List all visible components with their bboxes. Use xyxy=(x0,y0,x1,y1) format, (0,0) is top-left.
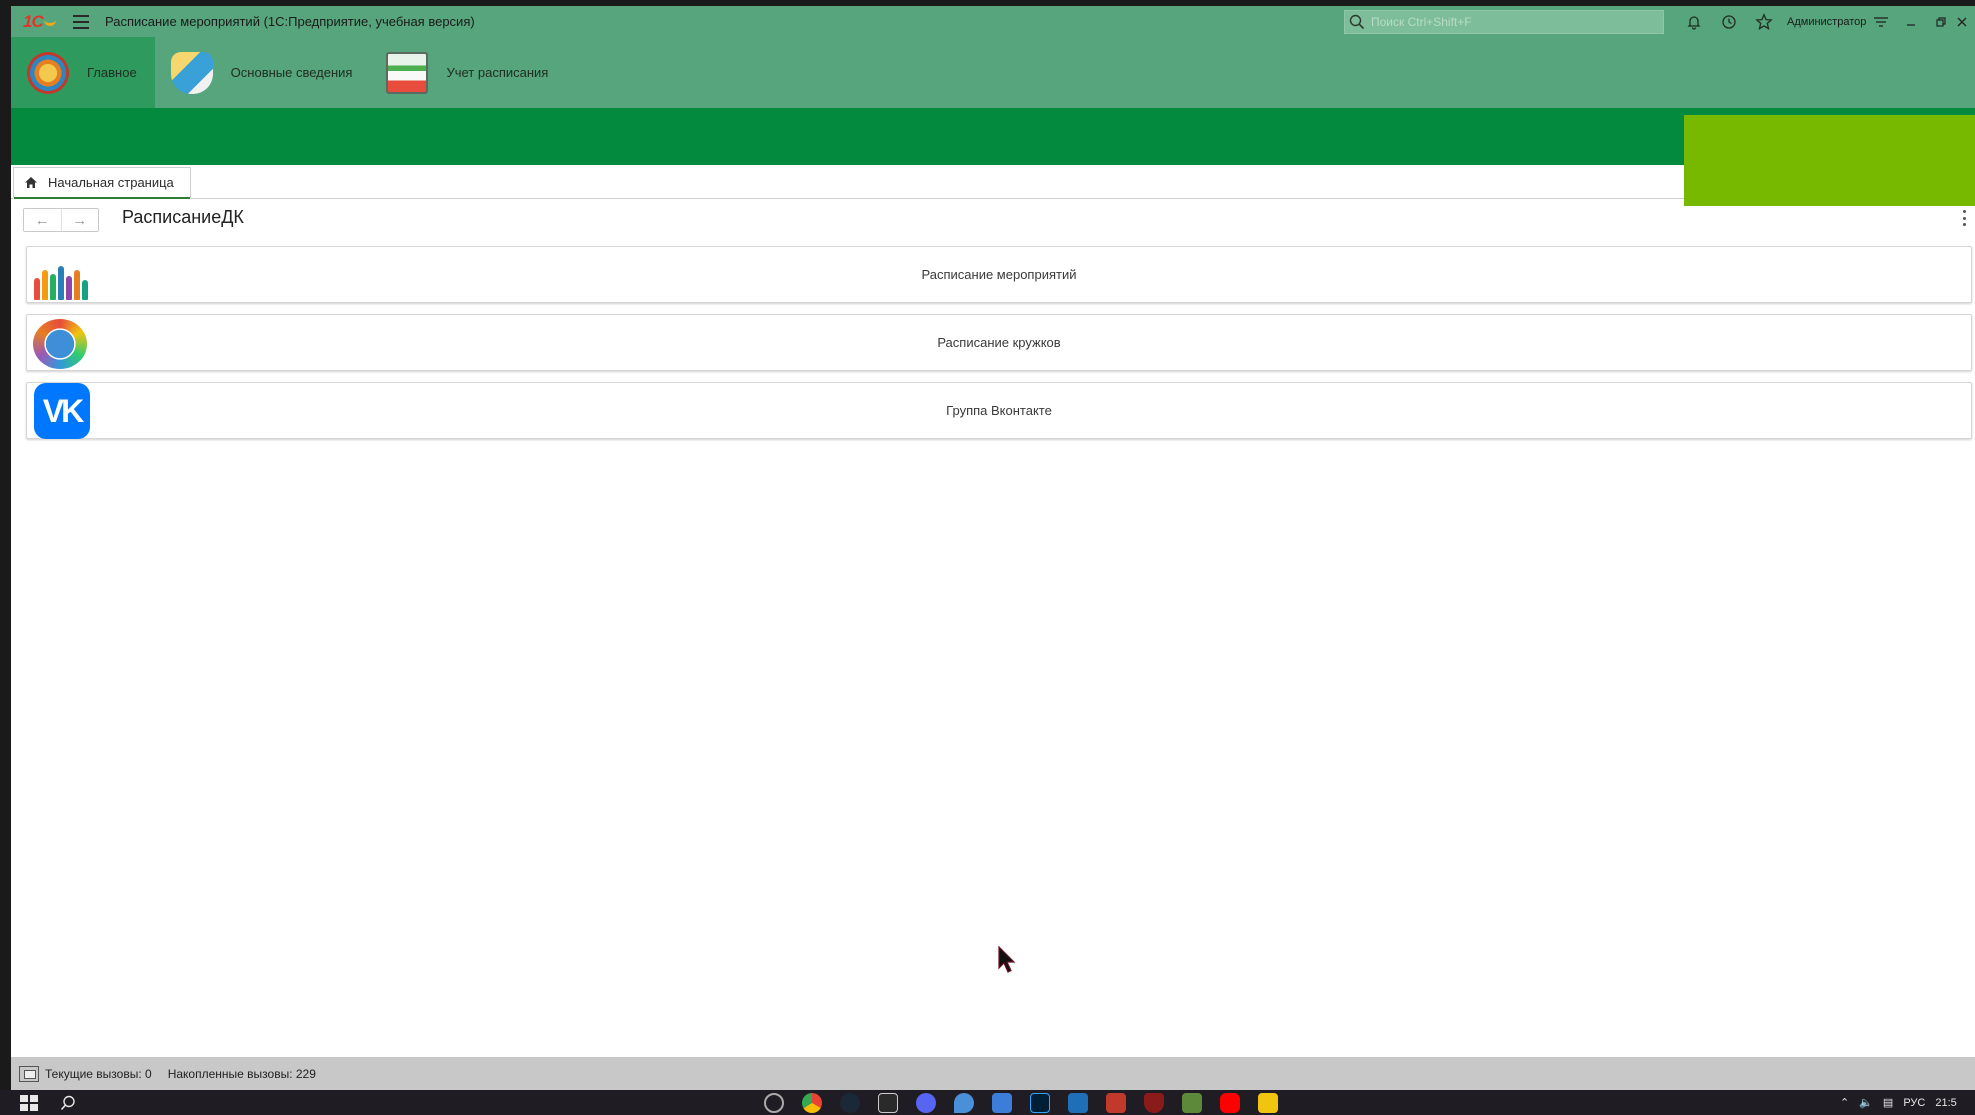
more-actions-icon[interactable] xyxy=(1962,210,1966,226)
steam-icon[interactable] xyxy=(840,1093,860,1113)
active-tab-indicator xyxy=(14,197,190,199)
lime-overlay-block xyxy=(1684,115,1975,206)
people-icon xyxy=(33,251,89,300)
taskbar-app-icon[interactable] xyxy=(1068,1093,1088,1113)
button-label: Расписание кружков xyxy=(937,335,1061,350)
minecraft-icon[interactable] xyxy=(1182,1093,1202,1113)
os-taskbar: ⌃ 🔈 ▤ РУС 21:5 xyxy=(0,1090,1975,1115)
volume-icon[interactable]: 🔈 xyxy=(1859,1096,1873,1109)
windows-start-icon[interactable] xyxy=(20,1094,38,1111)
youtube-icon[interactable] xyxy=(1220,1093,1240,1113)
section-main[interactable]: Главное xyxy=(11,37,155,108)
tray-language[interactable]: РУС xyxy=(1903,1097,1925,1109)
taskbar-active-app-icon[interactable] xyxy=(1258,1093,1278,1113)
navigation-buttons: ← → xyxy=(23,208,99,232)
window-title: Расписание мероприятий (1С:Предприятие, … xyxy=(105,14,475,29)
monitor-app-icon[interactable] xyxy=(992,1093,1012,1113)
sections-panel: Главное Основные сведения Учет расписани… xyxy=(11,37,1975,108)
button-label: Расписание мероприятий xyxy=(921,267,1077,282)
performance-monitor-icon[interactable] xyxy=(19,1065,39,1082)
form-title: РасписаниеДК xyxy=(122,207,244,227)
section-schedule-accounting[interactable]: Учет расписания xyxy=(370,37,566,108)
history-icon[interactable] xyxy=(1711,6,1746,37)
vk-group-button[interactable]: VK Группа Вконтакте xyxy=(26,382,1972,439)
section-label: Основные сведения xyxy=(230,65,353,80)
search-icon xyxy=(1349,14,1365,30)
taskbar-search-icon[interactable] xyxy=(60,1095,76,1111)
main-section-icon xyxy=(27,51,69,94)
globe-people-icon xyxy=(33,319,87,369)
main-menu-icon[interactable] xyxy=(73,14,89,29)
network-icon[interactable]: ▤ xyxy=(1883,1096,1893,1109)
green-banner xyxy=(11,108,1975,165)
section-basic-info[interactable]: Основные сведения xyxy=(155,37,371,108)
system-tray: ⌃ 🔈 ▤ РУС 21:5 xyxy=(1840,1090,1957,1115)
tray-expand-icon[interactable]: ⌃ xyxy=(1840,1096,1849,1109)
home-icon xyxy=(25,177,37,188)
current-user[interactable]: Администратор xyxy=(1787,16,1866,28)
back-arrow-icon[interactable]: ← xyxy=(24,209,61,231)
taskbar-app-icon[interactable] xyxy=(1106,1093,1126,1113)
search-input[interactable] xyxy=(1369,14,1649,30)
title-bar: 1С Расписание мероприятий (1С:Предприяти… xyxy=(11,6,1975,37)
photoshop-icon[interactable] xyxy=(1030,1093,1050,1113)
close-icon[interactable] xyxy=(1956,6,1970,37)
status-bar: Текущие вызовы: 0 Накопленные вызовы: 22… xyxy=(11,1057,1975,1090)
global-search[interactable] xyxy=(1344,10,1664,34)
minimize-icon[interactable] xyxy=(1896,6,1926,37)
clubs-schedule-button[interactable]: Расписание кружков xyxy=(26,314,1972,371)
tab-label: Начальная страница xyxy=(48,175,174,190)
vk-icon: VK xyxy=(34,383,90,439)
tab-home-page[interactable]: Начальная страница xyxy=(13,167,191,199)
shield-app-icon[interactable] xyxy=(1144,1093,1164,1113)
events-schedule-button[interactable]: Расписание мероприятий xyxy=(26,246,1972,303)
forward-arrow-icon[interactable]: → xyxy=(60,209,99,231)
mouse-cursor-icon xyxy=(998,946,1016,973)
settings-menu-icon[interactable] xyxy=(1866,6,1896,37)
epic-games-icon[interactable] xyxy=(878,1093,898,1113)
taskbar-app-icon[interactable] xyxy=(764,1093,784,1113)
1c-logo-icon[interactable]: 1С xyxy=(23,12,59,31)
open-windows-tabs: Начальная страница xyxy=(11,165,1684,199)
window-frame-left xyxy=(0,0,11,1090)
chrome-icon[interactable] xyxy=(802,1093,822,1113)
section-label: Учет расписания xyxy=(446,65,549,80)
notifications-bell-icon[interactable] xyxy=(1676,6,1711,37)
restore-icon[interactable] xyxy=(1926,6,1956,37)
current-calls: Текущие вызовы: 0 xyxy=(45,1066,152,1081)
section-label: Главное xyxy=(87,65,137,80)
tray-clock[interactable]: 21:5 xyxy=(1935,1097,1956,1109)
button-label: Группа Вконтакте xyxy=(946,403,1052,418)
discord-icon[interactable] xyxy=(916,1093,936,1113)
accumulated-calls: Накопленные вызовы: 229 xyxy=(167,1066,316,1081)
favorites-star-icon[interactable] xyxy=(1746,6,1781,37)
schedule-section-icon xyxy=(386,51,429,94)
basic-info-section-icon xyxy=(170,51,213,94)
taskbar-drop-icon[interactable] xyxy=(954,1093,974,1113)
